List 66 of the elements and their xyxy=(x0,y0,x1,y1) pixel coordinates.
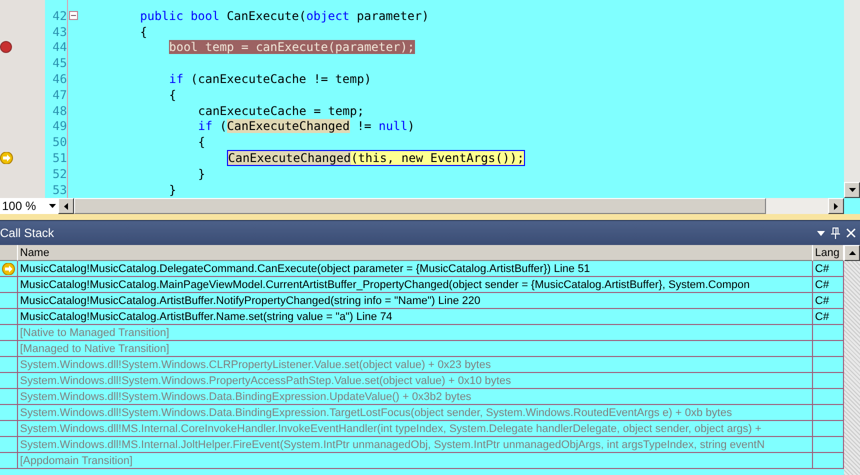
left-arrow-icon[interactable] xyxy=(64,202,68,210)
code-line: } xyxy=(198,166,206,181)
stack-frame[interactable]: MusicCatalog!MusicCatalog.ArtistBuffer.NotifyPropertyChanged(string info = "Name") Line 220 xyxy=(18,293,813,309)
stack-frame[interactable]: System.Windows.dll!MS.Internal.CoreInvokeHandler.InvokeEventHandler(int typeIndex, System.Delegate handlerDelegate, object sender, object args) + xyxy=(18,421,813,437)
splitter-bar[interactable] xyxy=(0,214,860,221)
row-indicator-cell xyxy=(0,373,18,389)
scrollbar-thumb[interactable] xyxy=(74,198,766,214)
line-number: 52 xyxy=(52,166,67,181)
stack-frame[interactable]: MusicCatalog!MusicCatalog.ArtistBuffer.Name.set(string value = "a") Line 74 xyxy=(18,309,813,325)
row-indicator-cell xyxy=(0,389,18,405)
down-arrow-icon[interactable] xyxy=(848,188,856,192)
stack-frame[interactable]: MusicCatalog!MusicCatalog.DelegateCommand.CanExecute(object parameter = {MusicCatalog.ArtistBuffer}) Line 51 xyxy=(18,261,813,277)
code-line: canExecuteCache = temp; xyxy=(198,104,364,118)
code-line: { xyxy=(140,24,148,39)
up-arrow-icon[interactable] xyxy=(848,251,856,255)
panel-title: Call Stack xyxy=(0,226,56,240)
collapse-icon[interactable] xyxy=(68,11,78,20)
code-line: if (canExecuteCache != temp) xyxy=(169,72,372,86)
stack-frame[interactable]: System.Windows.dll!System.Windows.Data.BindingExpression.TargetLostFocus(object sender, System.Windows.RoutedEventArgs e) + 0xb bytes xyxy=(18,405,813,421)
stack-frame[interactable]: [Appdomain Transition] xyxy=(18,453,813,469)
code-line: CanExecuteChanged(this, new EventArgs()); xyxy=(227,151,526,166)
vertical-scrollbar[interactable] xyxy=(844,0,860,198)
code-line: } xyxy=(169,182,176,197)
code-line: { xyxy=(198,135,206,150)
row-indicator-cell xyxy=(0,341,18,357)
line-number: 45 xyxy=(52,56,67,70)
zoom-dropdown[interactable]: 100 % xyxy=(0,198,58,214)
row-indicator-cell xyxy=(0,309,18,325)
pin-icon[interactable] xyxy=(831,227,840,239)
stack-frame[interactable]: [Native to Managed Transition] xyxy=(18,325,813,341)
scrollbar-corner xyxy=(844,198,860,214)
stack-frame[interactable]: System.Windows.dll!System.Windows.PropertyAccessPathStep.Value.set(object value) + 0x10 bytes xyxy=(18,373,813,389)
dropdown-icon[interactable] xyxy=(817,230,825,236)
code-line: if (CanExecuteChanged != null) xyxy=(198,119,415,134)
column-header[interactable]: Lang xyxy=(813,245,844,261)
column-header[interactable]: Name xyxy=(18,245,813,261)
line-number: 44 xyxy=(52,40,67,54)
row-indicator-cell xyxy=(0,453,18,469)
line-number: 42 xyxy=(52,8,67,23)
stack-frame[interactable]: System.Windows.dll!MS.Internal.JoltHelper.FireEvent(System.IntPtr unmanagedObj, System.IntPtr unmanagedObjArgs, int argsTypeIndex, string eventN xyxy=(18,437,813,453)
stack-frame[interactable]: [Managed to Native Transition] xyxy=(18,341,813,357)
line-number: 47 xyxy=(52,88,67,102)
stack-frame[interactable]: System.Windows.dll!System.Windows.Data.BindingExpression.UpdateValue() + 0x3b2 bytes xyxy=(18,389,813,405)
code-line: { xyxy=(169,88,176,102)
stack-frame[interactable]: MusicCatalog!MusicCatalog.MainPageViewModel.CurrentArtistBuffer_PropertyChanged(object sender = {MusicCatalog.ArtistBuffer}, System.Compon xyxy=(18,277,813,293)
line-number: 49 xyxy=(52,119,67,134)
row-indicator-cell xyxy=(0,405,18,421)
horizontal-scrollbar[interactable]: 100 % xyxy=(0,198,860,214)
stack-frame[interactable]: System.Windows.dll!System.Windows.CLRPropertyListener.Value.set(object value) + 0x23 bytes xyxy=(18,357,813,373)
line-number: 46 xyxy=(52,72,67,86)
row-indicator-cell xyxy=(0,325,18,341)
caret-icon xyxy=(49,204,56,208)
line-number: 43 xyxy=(52,24,67,39)
vertical-scrollbar[interactable] xyxy=(844,245,860,475)
header-corner xyxy=(0,245,18,261)
row-indicator-cell xyxy=(0,421,18,437)
code-line: public bool CanExecute(object parameter) xyxy=(140,8,430,23)
close-icon[interactable] xyxy=(846,228,856,238)
row-indicator-cell xyxy=(0,437,18,453)
right-arrow-icon[interactable] xyxy=(834,202,838,210)
line-number: 51 xyxy=(52,151,67,166)
line-number: 53 xyxy=(52,182,67,197)
row-indicator-cell xyxy=(0,293,18,309)
line-number: 50 xyxy=(52,135,67,150)
line-number: 48 xyxy=(52,104,67,118)
row-indicator-cell xyxy=(0,357,18,373)
